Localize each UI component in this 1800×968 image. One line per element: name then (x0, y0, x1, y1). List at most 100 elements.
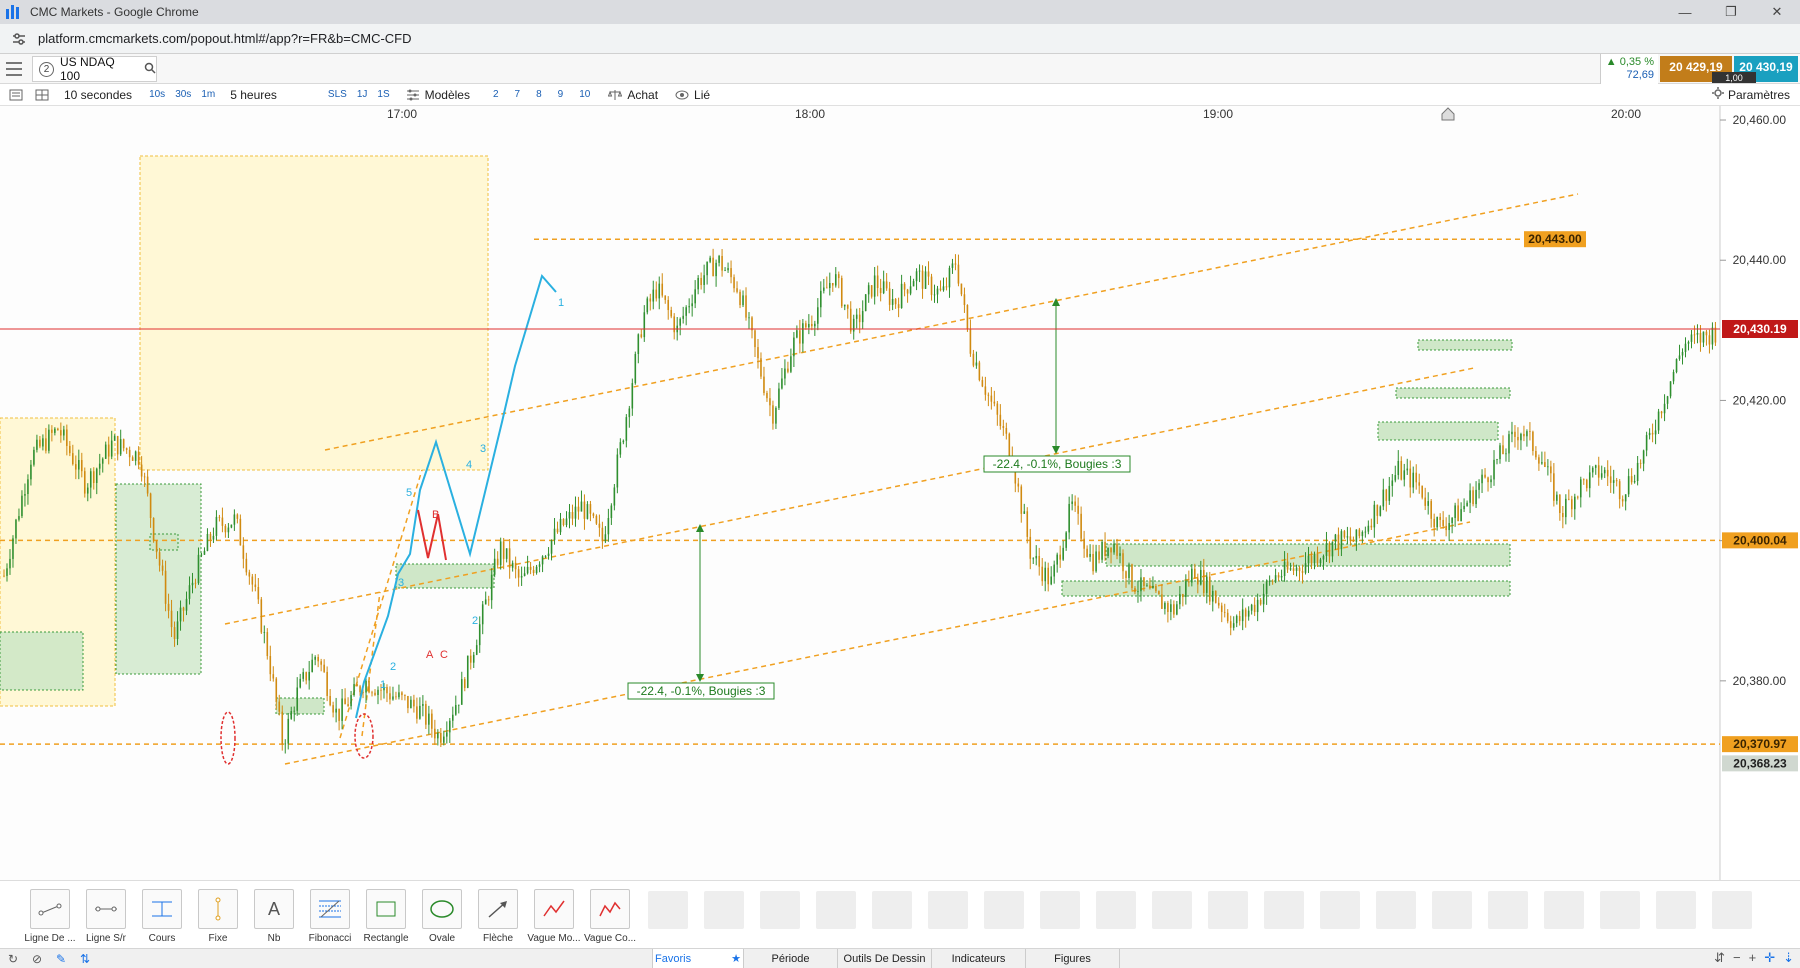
buy-label[interactable]: Achat (627, 88, 658, 102)
tool-text[interactable]: A Nb (252, 889, 296, 944)
candle-body (1690, 334, 1693, 342)
refresh-icon[interactable]: ↻ (4, 951, 22, 967)
green-zone-10[interactable] (1417, 339, 1513, 351)
interval-chip-1m[interactable]: 1m (198, 89, 218, 100)
crosshair-icon[interactable]: ✛ (1764, 950, 1775, 966)
empty-tool-slot[interactable] (1712, 891, 1752, 929)
tab-period[interactable]: Période (744, 949, 838, 968)
empty-tool-slot[interactable] (1320, 891, 1360, 929)
empty-tool-slot[interactable] (704, 891, 744, 929)
search-icon[interactable] (144, 62, 156, 77)
url-text[interactable]: platform.cmcmarkets.com/popout.html#/app… (38, 31, 412, 46)
link-eye-icon[interactable] (672, 87, 692, 103)
tab-indicators[interactable]: Indicateurs (932, 949, 1026, 968)
settings-button[interactable]: Paramètres (1711, 87, 1790, 102)
templates-label[interactable]: Modèles (425, 88, 470, 102)
tool-oval[interactable]: Ovale (420, 889, 464, 944)
template-chip-2[interactable]: 2 (490, 89, 502, 100)
link-label[interactable]: Lié (694, 88, 710, 102)
tool-fixed[interactable]: Fixe (196, 889, 240, 944)
empty-tool-slot[interactable] (928, 891, 968, 929)
empty-tool-slot[interactable] (1264, 891, 1304, 929)
candle-body (1107, 547, 1109, 556)
candle-body (499, 541, 502, 566)
empty-tool-slot[interactable] (1488, 891, 1528, 929)
candle-body (254, 584, 257, 588)
tool-trend-line[interactable]: Ligne De ... (24, 889, 76, 944)
candle-body (984, 386, 987, 395)
candle-body (981, 380, 984, 387)
empty-tool-slot[interactable] (648, 891, 688, 929)
instrument-tab[interactable]: 2 US NDAQ 100 (32, 55, 157, 83)
template-chip-10[interactable]: 10 (576, 89, 593, 100)
magnet-icon[interactable]: ⇅ (76, 951, 94, 967)
candle-body (1397, 460, 1400, 476)
period-chip-1j[interactable]: 1J (354, 89, 371, 100)
template-chip-7[interactable]: 7 (512, 89, 524, 100)
layout-grid-icon[interactable] (32, 87, 52, 103)
empty-tool-slot[interactable] (872, 891, 912, 929)
empty-tool-slot[interactable] (1656, 891, 1696, 929)
minimize-button[interactable]: — (1662, 0, 1708, 24)
tool-motive-wave[interactable]: Vague Mo... (527, 889, 581, 944)
interval-chip-10s[interactable]: 10s (146, 89, 168, 100)
candle-body (607, 518, 610, 535)
empty-tool-slot[interactable] (1152, 891, 1192, 929)
empty-tool-slot[interactable] (816, 891, 856, 929)
empty-tool-slot[interactable] (984, 891, 1024, 929)
period-select[interactable]: 5 heures (230, 88, 277, 102)
tab-drawing-tools[interactable]: Outils De Dessin (838, 949, 932, 968)
pencil-icon[interactable]: ✎ (52, 951, 70, 967)
template-chip-9[interactable]: 9 (555, 89, 567, 100)
empty-tool-slot[interactable] (1376, 891, 1416, 929)
tool-horizontal-line[interactable]: Ligne S/r (84, 889, 128, 944)
empty-tool-slot[interactable] (1040, 891, 1080, 929)
empty-tool-slot[interactable] (1544, 891, 1584, 929)
order-ticket-icon[interactable] (6, 87, 26, 103)
templates-icon[interactable] (403, 87, 423, 103)
candle-body (1026, 511, 1029, 537)
scroll-end-icon[interactable]: ⇣ (1783, 950, 1794, 966)
candle-body (1439, 517, 1441, 520)
tool-price-line[interactable]: Cours (140, 889, 184, 944)
price-chart[interactable]: 17:00 18:00 19:00 20:00 12345123ABC -22.… (0, 106, 1800, 880)
tool-fibonacci[interactable]: Fibonacci (308, 889, 352, 944)
interval-select[interactable]: 10 secondes (64, 88, 132, 102)
maximize-button[interactable]: ❐ (1708, 0, 1754, 24)
candle-body (754, 330, 756, 348)
candle-body (1262, 593, 1265, 605)
candle-body (960, 283, 963, 295)
zoom-out-icon[interactable]: − (1733, 950, 1741, 966)
template-chip-8[interactable]: 8 (533, 89, 545, 100)
tab-favorites[interactable]: Favoris ★ (652, 949, 744, 968)
empty-tool-slot[interactable] (1208, 891, 1248, 929)
empty-tool-slot[interactable] (760, 891, 800, 929)
chart-canvas[interactable]: 17:00 18:00 19:00 20:00 12345123ABC -22.… (0, 106, 1800, 880)
scale-icon[interactable] (605, 87, 625, 103)
tool-arrow[interactable]: Flèche (476, 889, 520, 944)
zoom-in-icon[interactable]: + (1749, 950, 1757, 966)
tab-figures[interactable]: Figures (1026, 949, 1120, 968)
empty-tool-slot[interactable] (1096, 891, 1136, 929)
period-chip-1s[interactable]: 1S (374, 89, 392, 100)
scale-toggle-icon[interactable]: ⇵ (1714, 950, 1725, 966)
green-zone-8[interactable] (1377, 421, 1499, 441)
period-chip-sls[interactable]: SLS (325, 89, 350, 100)
green-zone-9[interactable] (1395, 387, 1511, 399)
yellow-zone-upper[interactable] (139, 155, 489, 471)
empty-tool-slot[interactable] (1600, 891, 1640, 929)
green-zone-4[interactable] (275, 697, 325, 715)
empty-tool-slot[interactable] (1432, 891, 1472, 929)
interval-chip-30s[interactable]: 30s (172, 89, 194, 100)
tool-corrective-wave[interactable]: Vague Co... (584, 889, 636, 944)
tool-rectangle[interactable]: Rectangle (363, 889, 409, 944)
no-entry-icon[interactable]: ⊘ (28, 951, 46, 967)
candle-body (700, 277, 702, 285)
site-info-icon[interactable] (10, 30, 28, 48)
green-zone-1[interactable] (0, 631, 84, 691)
close-button[interactable]: ✕ (1754, 0, 1800, 24)
green-zone-5[interactable] (395, 563, 495, 589)
candle-body (1223, 611, 1226, 613)
green-zone-2[interactable] (115, 483, 202, 675)
hamburger-menu-icon[interactable] (6, 62, 22, 76)
